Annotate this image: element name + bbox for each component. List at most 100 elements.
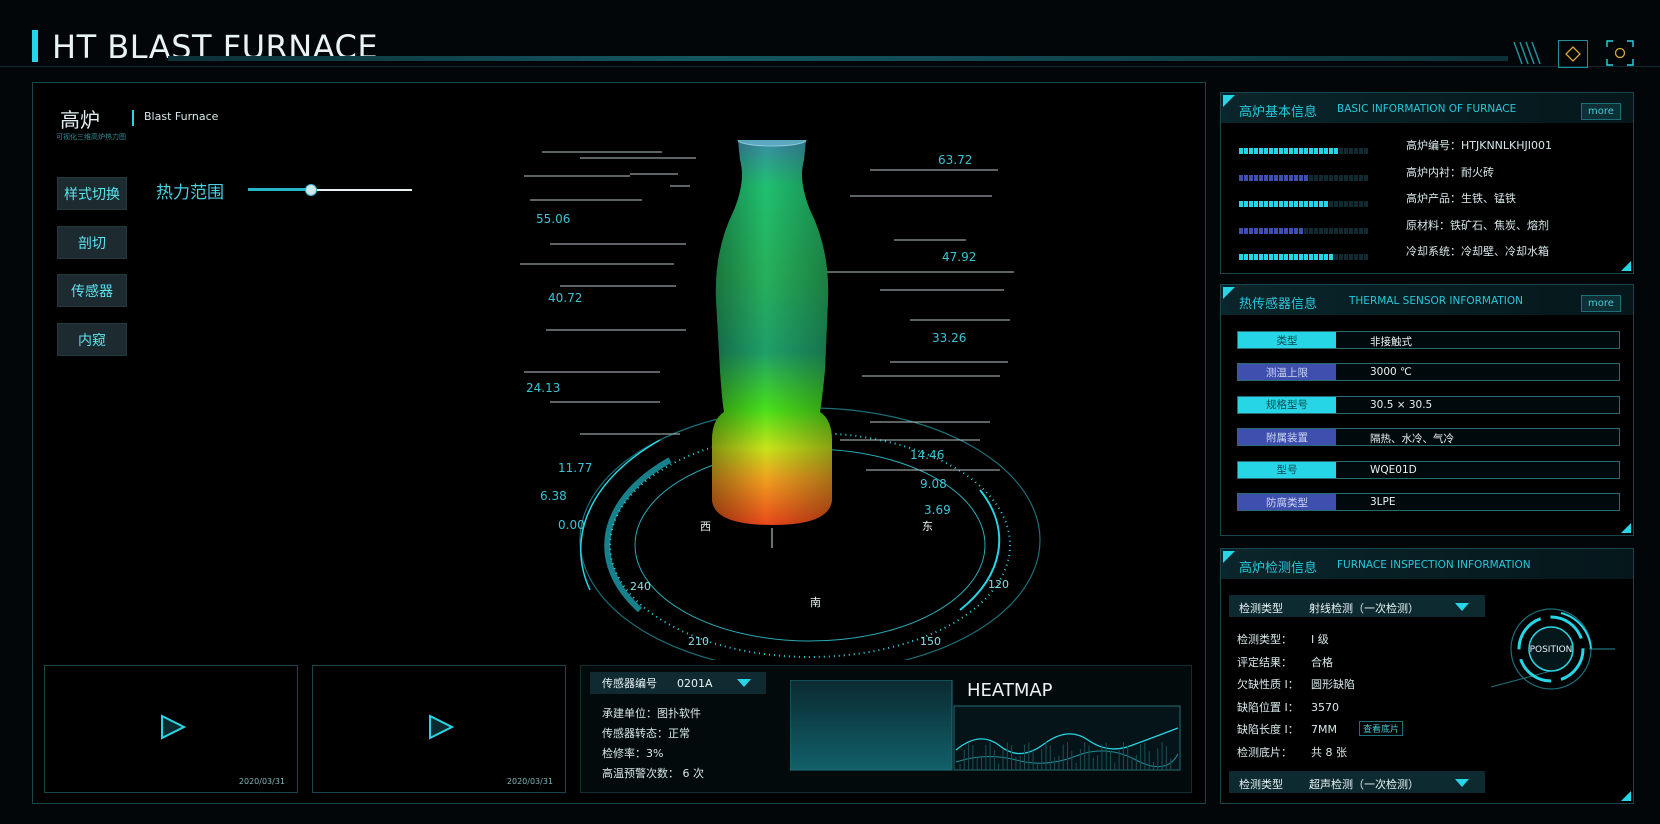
chevron-down-icon[interactable]	[1455, 603, 1469, 611]
panel-subtitle: Blast Furnace	[144, 110, 219, 123]
more-button[interactable]: more	[1581, 103, 1621, 120]
section-cut-button[interactable]: 剖切	[57, 226, 127, 259]
thermal-sensor-panel: 热传感器信息 THERMAL SENSOR INFORMATION more 类…	[1220, 284, 1634, 536]
corner-decoration	[1621, 261, 1631, 271]
play-icon[interactable]	[159, 714, 187, 740]
thermal-row: 型号 WQE01D	[1237, 460, 1620, 479]
thermal-key: 防腐类型	[1238, 494, 1336, 510]
inspection-key: 检测底片：	[1237, 745, 1292, 759]
heat-range-label: 热力范围	[156, 183, 224, 203]
furnace-3d-scene[interactable]: 63.72 55.06 47.92 40.72 33.26 24.13 14.4…	[510, 140, 1110, 660]
temp-label: 40.72	[548, 291, 582, 305]
dropdown-key: 检测类型	[1239, 778, 1283, 791]
basic-info-text: 高炉产品：生铁、锰铁	[1406, 192, 1516, 205]
dial-number: 210	[688, 635, 709, 648]
dropdown-value: 超声检测（一次检测）	[1309, 778, 1419, 791]
thermal-row: 测温上限 3000 ℃	[1237, 363, 1620, 382]
panel-title-en: THERMAL SENSOR INFORMATION	[1349, 295, 1523, 307]
sensor-info-line: 检修率：3%	[602, 747, 664, 760]
sensor-select[interactable]: 传感器编号 0201A	[590, 672, 766, 694]
stripes-icon[interactable]	[1512, 40, 1542, 66]
temp-label: 6.38	[540, 489, 567, 503]
basic-info-text: 原材料：铁矿石、焦炭、熔剂	[1406, 218, 1549, 232]
position-compass[interactable]: POSITION	[1481, 589, 1621, 719]
inspection-key: 缺陷长度 I：	[1237, 723, 1299, 736]
target-icon[interactable]	[1606, 40, 1634, 66]
play-icon[interactable]	[427, 714, 455, 740]
temp-label: 47.92	[942, 250, 976, 264]
dropdown-value: 射线检测（一次检测）	[1309, 602, 1419, 615]
style-switch-button[interactable]: 样式切换	[57, 177, 127, 210]
temp-label: 11.77	[558, 461, 592, 475]
thermal-row: 附属装置 隔热、水冷、气冷	[1237, 428, 1620, 447]
panel-title-en: FURNACE INSPECTION INFORMATION	[1337, 559, 1531, 571]
inspection-type-dropdown[interactable]: 检测类型 射线检测（一次检测）	[1229, 595, 1485, 617]
thermal-value: WQE01D	[1370, 463, 1417, 476]
chevron-down-icon[interactable]	[736, 679, 751, 687]
inspection-key: 欠缺性质 I：	[1237, 678, 1299, 691]
inspection-row: 评定结果： 合格	[1237, 654, 1333, 670]
inspection-value: 3570	[1311, 700, 1339, 714]
corner-decoration	[1223, 287, 1235, 299]
compass-label-west: 西	[700, 520, 711, 533]
basic-info-text: 高炉内衬：耐火砖	[1406, 165, 1494, 179]
info-progress-bar	[1239, 219, 1397, 234]
video-player-2[interactable]: 2020/03/31	[312, 665, 566, 793]
video-player-1[interactable]: 2020/03/31	[44, 665, 298, 793]
basic-info-text: 冷却系统：冷却壁、冷却水箱	[1406, 245, 1549, 258]
thermal-key: 型号	[1238, 461, 1336, 478]
inspection-key: 缺陷位置 I：	[1237, 700, 1299, 714]
chevron-down-icon[interactable]	[1455, 779, 1469, 787]
corner-decoration	[1621, 791, 1631, 801]
temp-label: 33.26	[932, 331, 966, 345]
video-date: 2020/03/31	[506, 777, 553, 786]
thermal-row: 规格型号 30.5 × 30.5	[1237, 395, 1620, 414]
compass-label-east: 东	[922, 520, 933, 533]
more-button[interactable]: more	[1581, 295, 1621, 312]
dropdown-key: 检测类型	[1239, 602, 1283, 615]
thermal-value: 隔热、水冷、气冷	[1370, 433, 1454, 446]
endoscope-button[interactable]: 内窥	[57, 323, 127, 356]
panel-title-cn: 高炉基本信息	[1239, 105, 1318, 120]
temp-label: 14.46	[910, 448, 944, 462]
panel-title-en: BASIC INFORMATION OF FURNACE	[1337, 103, 1517, 115]
sensor-select-value: 0201A	[677, 676, 713, 690]
inspection-type-dropdown-2[interactable]: 检测类型 超声检测（一次检测）	[1229, 771, 1485, 793]
inspection-row: 检测类型： I 级	[1237, 631, 1329, 647]
sensor-info-line: 高温预警次数： 6 次	[602, 767, 704, 780]
thermal-value: 3000 ℃	[1370, 366, 1412, 379]
thermal-row: 防腐类型 3LPE	[1237, 493, 1620, 511]
diamond-icon[interactable]	[1558, 40, 1588, 68]
corner-decoration	[1621, 523, 1631, 533]
panel-title: 高炉	[60, 108, 100, 132]
inspection-value: 共 8 张	[1311, 745, 1347, 759]
corner-decoration	[1223, 95, 1235, 107]
header-divider	[0, 66, 1660, 67]
basic-info-panel: 高炉基本信息 BASIC INFORMATION OF FURNACE more…	[1220, 92, 1634, 274]
temp-label: 63.72	[938, 153, 972, 167]
thermal-key: 类型	[1238, 332, 1336, 348]
panel-title-cn: 高炉检测信息	[1239, 561, 1318, 576]
temp-label: 0.00	[558, 518, 585, 532]
inspection-panel: 高炉检测信息 FURNACE INSPECTION INFORMATION 检测…	[1220, 548, 1634, 804]
info-progress-bar	[1239, 192, 1397, 207]
sensor-button[interactable]: 传感器	[57, 274, 127, 307]
info-progress-bar	[1239, 139, 1397, 154]
info-progress-bar	[1239, 245, 1397, 260]
view-film-link[interactable]: 查看底片	[1359, 721, 1404, 736]
temp-label: 9.08	[920, 477, 947, 491]
panel-caption: 可视化三维高炉热力图	[56, 133, 126, 141]
inspection-row: 缺陷位置 I： 3570	[1237, 699, 1339, 715]
title-separator	[132, 110, 134, 126]
panel-title-cn: 热传感器信息	[1239, 297, 1318, 312]
furnace-body	[712, 140, 832, 525]
thermal-key: 规格型号	[1238, 396, 1336, 413]
sensor-info-line: 承建单位：图扑软件	[602, 707, 701, 720]
inspection-row: 欠缺性质 I： 圆形缺陷	[1237, 676, 1355, 692]
dial-number: 120	[988, 578, 1009, 591]
position-label: POSITION	[1530, 645, 1573, 655]
compass-label-south: 南	[810, 596, 821, 609]
dial-number: 240	[630, 580, 651, 593]
inspection-value: I 级	[1311, 633, 1329, 646]
temp-label: 24.13	[526, 381, 560, 395]
